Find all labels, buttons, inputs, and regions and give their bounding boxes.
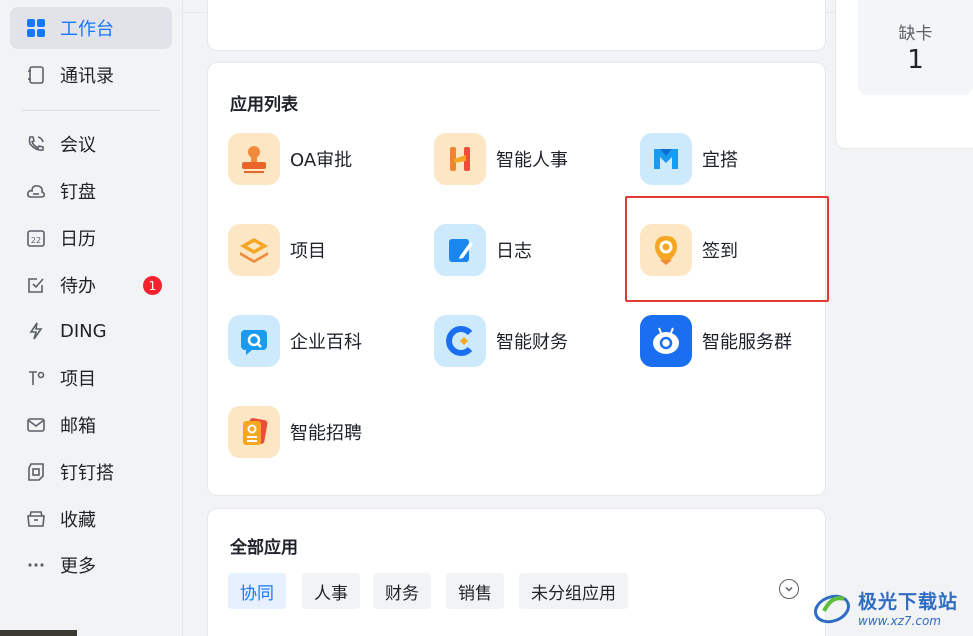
sidebar-item-dingda[interactable]: 钉钉搭 xyxy=(10,451,172,493)
app-label: 项目 xyxy=(290,241,326,262)
tag-hr[interactable]: 人事 xyxy=(302,573,360,609)
app-label: 智能服务群 xyxy=(702,332,792,353)
sidebar-item-label: 会议 xyxy=(60,135,96,156)
tag-collaboration[interactable]: 协同 xyxy=(228,573,286,609)
todo-check-icon xyxy=(26,275,46,295)
folder-icon xyxy=(26,509,46,529)
all-apps-card: 全部应用 协同 人事 财务 销售 未分组应用 xyxy=(207,508,826,636)
stamp-icon xyxy=(228,133,280,185)
all-apps-title: 全部应用 xyxy=(230,538,298,558)
journal-pen-icon xyxy=(434,224,486,276)
sidebar-item-contacts[interactable]: 通讯录 xyxy=(10,54,172,96)
cloud-icon xyxy=(26,181,46,201)
watermark-logo-icon xyxy=(814,594,850,624)
sidebar-item-label: 邮箱 xyxy=(60,416,96,437)
watermark-title: 极光下载站 xyxy=(858,590,959,613)
phone-icon xyxy=(26,134,46,154)
mail-icon xyxy=(26,415,46,435)
app-label: 智能人事 xyxy=(496,150,568,171)
todo-badge: 1 xyxy=(143,276,162,295)
sidebar-item-label: 钉钉搭 xyxy=(60,463,114,484)
app-smart-hr[interactable]: 智能人事 xyxy=(434,133,568,185)
expand-button[interactable] xyxy=(779,579,799,599)
sidebar-item-ding[interactable]: DING xyxy=(10,310,172,352)
project-icon xyxy=(26,368,46,388)
sidebar-item-mail[interactable]: 邮箱 xyxy=(10,404,172,446)
app-label: 企业百科 xyxy=(290,332,362,353)
stat-label: 缺卡 xyxy=(898,24,933,44)
app-journal[interactable]: 日志 xyxy=(434,224,532,276)
more-dots-icon xyxy=(26,555,46,575)
app-smart-service-group[interactable]: 智能服务群 xyxy=(640,315,792,367)
sidebar-divider xyxy=(22,110,160,111)
tag-sales[interactable]: 销售 xyxy=(446,573,504,609)
sidebar-item-calendar[interactable]: 22 日历 xyxy=(10,217,172,259)
main-content: 缺卡 1 应用列表 OA审批 智能人事 宜搭 项目 日志 签到 企业百科 智能财… xyxy=(183,0,973,636)
watermark-url: www.xz7.com xyxy=(858,613,941,628)
tag-finance[interactable]: 财务 xyxy=(373,573,431,609)
grid-icon xyxy=(26,18,46,38)
app-yida[interactable]: 宜搭 xyxy=(640,133,738,185)
app-oa-approval[interactable]: OA审批 xyxy=(228,133,352,185)
app-label: 宜搭 xyxy=(702,150,738,171)
robot-icon xyxy=(640,315,692,367)
sidebar-item-label: 钉盘 xyxy=(60,182,96,203)
sidebar-item-label: DING xyxy=(60,320,107,342)
sidebar-item-drive[interactable]: 钉盘 xyxy=(10,170,172,212)
app-list-title: 应用列表 xyxy=(230,95,298,115)
sidebar-item-label: 日历 xyxy=(60,229,96,250)
tag-ungrouped[interactable]: 未分组应用 xyxy=(519,573,628,609)
sidebar-item-todo[interactable]: 待办 1 xyxy=(10,264,172,306)
stat-value: 1 xyxy=(907,45,924,75)
watermark: 极光下载站 www.xz7.com xyxy=(810,578,973,636)
layers-icon xyxy=(228,224,280,276)
sidebar-item-label: 通讯录 xyxy=(60,66,114,87)
highlight-box xyxy=(625,196,829,302)
missing-card-stat[interactable]: 缺卡 1 xyxy=(858,0,973,95)
app-label: OA审批 xyxy=(290,150,353,171)
yida-icon xyxy=(640,133,692,185)
sidebar-item-meeting[interactable]: 会议 xyxy=(10,123,172,165)
hr-h-icon xyxy=(434,133,486,185)
app-wiki[interactable]: 企业百科 xyxy=(228,315,362,367)
sidebar-item-more[interactable]: 更多 xyxy=(10,544,172,586)
app-smart-finance[interactable]: 智能财务 xyxy=(434,315,568,367)
sidebar-item-label: 项目 xyxy=(60,369,96,390)
app-label: 日志 xyxy=(496,241,532,262)
sidebar-item-workbench[interactable]: 工作台 xyxy=(10,7,172,49)
app-smart-recruit[interactable]: 智能招聘 xyxy=(228,406,362,458)
build-icon xyxy=(26,462,46,482)
calendar-icon: 22 xyxy=(26,228,46,248)
svg-text:22: 22 xyxy=(31,236,41,245)
wiki-search-icon xyxy=(228,315,280,367)
sidebar-item-favorites[interactable]: 收藏 xyxy=(10,498,172,540)
app-label: 智能招聘 xyxy=(290,423,362,444)
contacts-icon xyxy=(26,65,46,85)
lightning-icon xyxy=(26,321,46,341)
top-card xyxy=(207,0,826,51)
sidebar-item-label: 工作台 xyxy=(60,19,114,40)
sidebar-item-label: 更多 xyxy=(60,556,96,577)
sidebar-item-label: 待办 xyxy=(60,276,96,297)
sidebar-item-label: 收藏 xyxy=(60,510,96,531)
app-label: 智能财务 xyxy=(496,332,568,353)
finance-icon xyxy=(434,315,486,367)
bottom-strip xyxy=(0,630,77,636)
sidebar: 工作台 通讯录 会议 钉盘 22 日历 待办 1 DING 项目 邮箱 钉钉搭 … xyxy=(0,0,183,636)
chevron-down-icon xyxy=(785,586,793,592)
sidebar-item-project[interactable]: 项目 xyxy=(10,357,172,399)
app-list-card: 应用列表 OA审批 智能人事 宜搭 项目 日志 签到 企业百科 智能财务 智能服… xyxy=(207,62,829,496)
recruit-icon xyxy=(228,406,280,458)
attendance-card: 缺卡 1 xyxy=(835,0,973,149)
app-project[interactable]: 项目 xyxy=(228,224,326,276)
